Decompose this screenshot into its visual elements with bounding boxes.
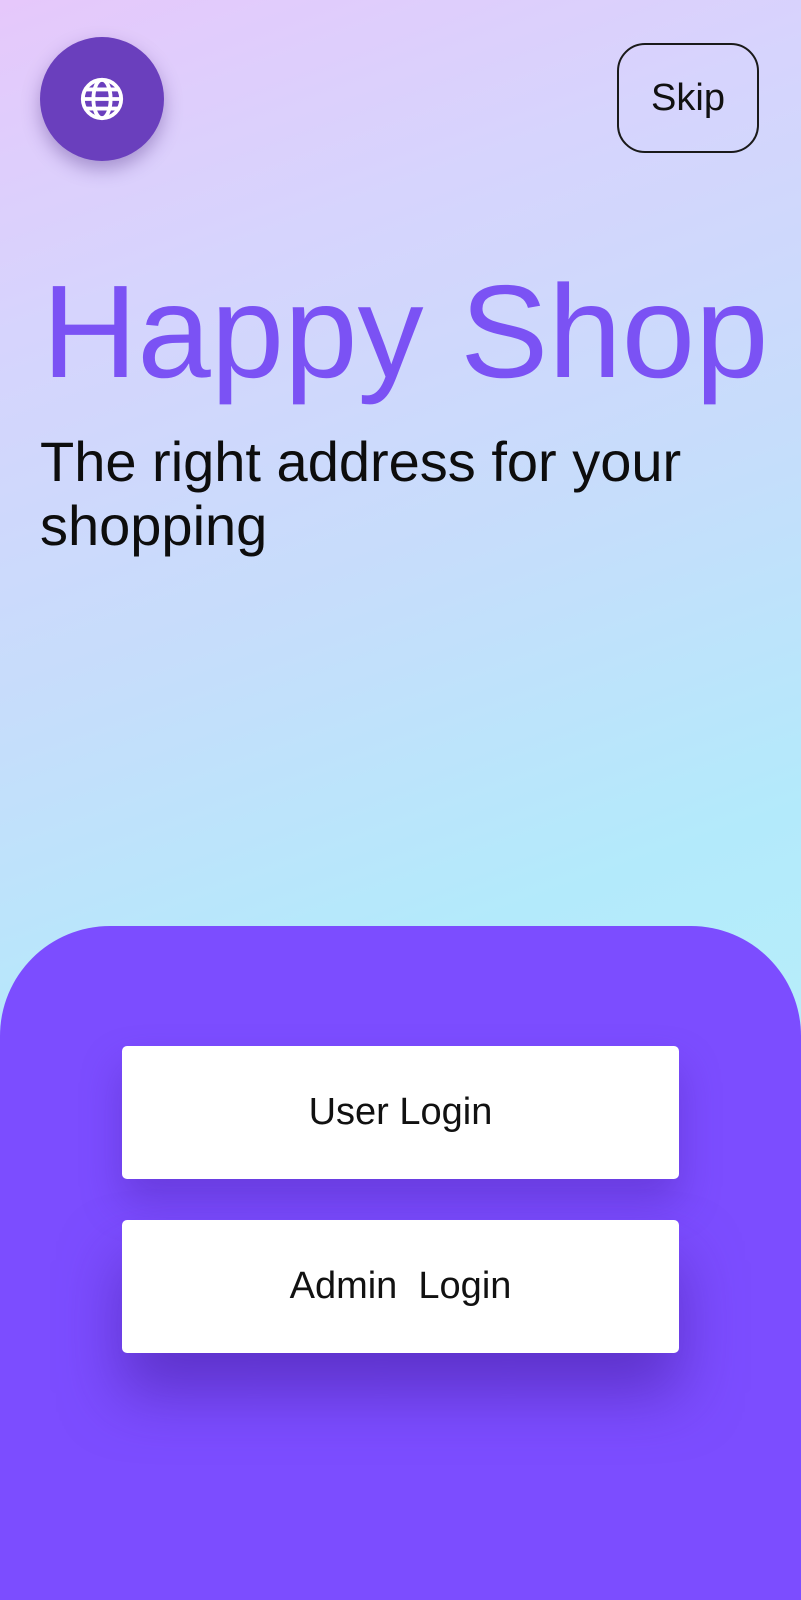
language-button[interactable] (40, 37, 164, 161)
user-login-button[interactable]: User Login (122, 1046, 679, 1179)
app-title: Happy Shop (42, 258, 769, 405)
globe-icon (80, 77, 124, 121)
admin-login-button[interactable]: Admin Login (122, 1220, 679, 1353)
login-panel: User Login Admin Login (0, 926, 801, 1600)
skip-button[interactable]: Skip (617, 43, 759, 153)
app-tagline: The right address for your shopping (40, 430, 682, 557)
